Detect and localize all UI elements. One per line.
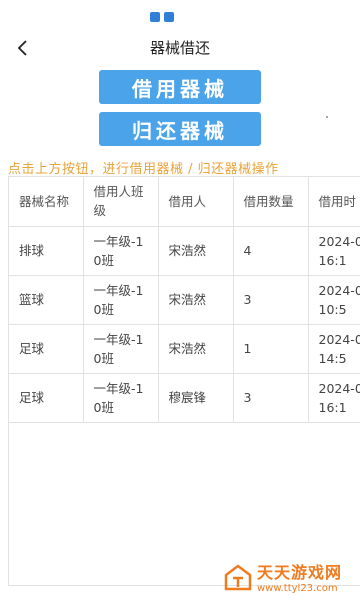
cell-quantity: 3 <box>233 275 309 325</box>
cell-borrow-time: 2024-09 10:5 <box>308 275 360 325</box>
watermark: 天天游戏网 www.ttyl23.com <box>223 559 342 594</box>
column-header-borrower-class: 借用人班级 <box>83 177 159 227</box>
cell-quantity: 4 <box>233 226 309 276</box>
cell-equipment-name: 足球 <box>9 324 84 374</box>
cell-borrow-time: 2024-08 16:1 <box>308 373 360 423</box>
watermark-logo-icon <box>223 563 253 591</box>
borrow-records-table[interactable]: 器械名称 借用人班级 借用人 借用数量 借用时 排球 一年级-10班 宋浩然 4… <box>8 176 360 586</box>
cell-borrower: 宋浩然 <box>158 275 234 325</box>
table-header-row: 器械名称 借用人班级 借用人 借用数量 借用时 <box>9 177 360 227</box>
table-row[interactable]: 足球 一年级-10班 穆宸锋 3 2024-08 16:1 <box>9 373 360 423</box>
table-row[interactable]: 足球 一年级-10班 宋浩然 1 2024-07 14:5 <box>9 324 360 374</box>
cell-borrower-class: 一年级-10班 <box>83 275 159 325</box>
top-bar: 器械借还 <box>0 32 360 64</box>
decorative-dot <box>326 116 328 118</box>
watermark-name: 天天游戏网 <box>256 563 342 582</box>
borrow-equipment-button[interactable]: 借用器械 <box>99 70 261 104</box>
watermark-url: www.ttyl23.com <box>256 583 338 594</box>
message-icon <box>164 12 174 22</box>
column-header-quantity: 借用数量 <box>233 177 309 227</box>
cell-borrower: 宋浩然 <box>158 226 234 276</box>
column-header-borrower: 借用人 <box>158 177 234 227</box>
cell-equipment-name: 篮球 <box>9 275 84 325</box>
cell-quantity: 1 <box>233 324 309 374</box>
cell-borrower-class: 一年级-10班 <box>83 226 159 276</box>
cell-borrower-class: 一年级-10班 <box>83 373 159 423</box>
cell-borrow-time: 2024-07 14:5 <box>308 324 360 374</box>
column-header-equipment-name: 器械名称 <box>9 177 84 227</box>
cell-equipment-name: 足球 <box>9 373 84 423</box>
cell-borrower: 宋浩然 <box>158 324 234 374</box>
cell-borrower: 穆宸锋 <box>158 373 234 423</box>
cell-quantity: 3 <box>233 373 309 423</box>
cell-equipment-name: 排球 <box>9 226 84 276</box>
return-equipment-button[interactable]: 归还器械 <box>99 112 261 146</box>
notification-icon <box>150 12 160 22</box>
instruction-hint: 点击上方按钮，进行借用器械 / 归还器械操作 <box>8 162 279 177</box>
cell-borrower-class: 一年级-10班 <box>83 324 159 374</box>
cell-borrow-time: 2024-08 16:1 <box>308 226 360 276</box>
status-bar-icons <box>150 12 174 22</box>
page-title: 器械借还 <box>149 39 210 57</box>
table-row[interactable]: 篮球 一年级-10班 宋浩然 3 2024-09 10:5 <box>9 275 360 325</box>
table-row[interactable]: 排球 一年级-10班 宋浩然 4 2024-08 16:1 <box>9 226 360 276</box>
column-header-borrow-time: 借用时 <box>308 177 360 227</box>
